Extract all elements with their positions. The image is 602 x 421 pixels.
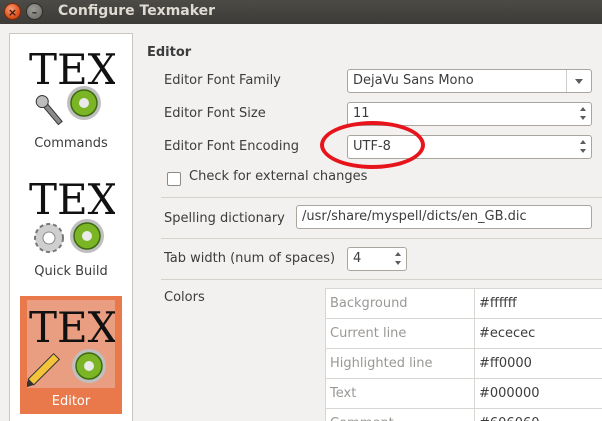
color-value[interactable]: #ffffff	[474, 288, 602, 319]
font-family-combo[interactable]: DejaVu Sans Mono	[347, 69, 592, 93]
table-row[interactable]: Text #000000	[325, 378, 602, 409]
font-size-value: 11	[353, 106, 370, 121]
font-size-label: Editor Font Size	[164, 106, 266, 121]
color-name: Highlighted line	[325, 348, 475, 379]
title-bar: × – Configure Texmaker	[0, 0, 602, 24]
minimize-icon[interactable]: –	[26, 3, 43, 20]
chevron-down-icon[interactable]	[566, 70, 591, 92]
spelling-dictionary-value: /usr/share/myspell/dicts/en_GB.dic	[302, 209, 527, 224]
highlight-annotation	[320, 121, 425, 169]
color-name: Text	[325, 378, 475, 409]
spelling-dictionary-input[interactable]: /usr/share/myspell/dicts/en_GB.dic	[296, 205, 592, 229]
tab-width-spinbox[interactable]: 4	[347, 247, 407, 271]
config-sidebar: TEX Commands TEX Quick Build TEX Editor	[9, 33, 133, 421]
color-name: Background	[325, 288, 475, 319]
table-row[interactable]: Comment #606060	[325, 408, 602, 421]
table-row[interactable]: Current line #ececec	[325, 318, 602, 349]
svg-text:TEX: TEX	[29, 303, 115, 352]
sidebar-label-commands: Commands	[34, 136, 108, 151]
font-family-value: DejaVu Sans Mono	[353, 73, 474, 88]
color-value[interactable]: #000000	[474, 378, 602, 409]
divider	[161, 238, 602, 239]
color-value[interactable]: #ececec	[474, 318, 602, 349]
quick-build-icon: TEX	[29, 175, 115, 253]
tab-width-label: Tab width (num of spaces)	[164, 251, 336, 266]
group-title-editor: Editor	[147, 45, 192, 60]
colors-label: Colors	[164, 290, 205, 305]
editor-icon: TEX	[27, 300, 115, 388]
spin-arrows-icon[interactable]	[394, 250, 404, 268]
editor-settings-panel: Editor Editor Font Family DejaVu Sans Mo…	[147, 33, 602, 421]
divider	[161, 197, 602, 198]
commands-icon: TEX	[29, 45, 115, 126]
spelling-label: Spelling dictionary	[164, 211, 285, 226]
sidebar-item-quick-build[interactable]: TEX Quick Build	[20, 168, 122, 286]
spin-arrows-icon[interactable]	[579, 138, 589, 156]
sidebar-item-commands[interactable]: TEX Commands	[20, 38, 122, 156]
svg-text:TEX: TEX	[29, 175, 115, 224]
sidebar-item-editor[interactable]: TEX Editor	[20, 296, 122, 414]
tab-width-value: 4	[353, 251, 362, 266]
window-title: Configure Texmaker	[58, 3, 216, 19]
color-name: Current line	[325, 318, 475, 349]
external-changes-label: Check for external changes	[189, 169, 368, 184]
external-changes-checkbox[interactable]	[167, 172, 181, 186]
font-encoding-label: Editor Font Encoding	[164, 139, 299, 154]
divider	[161, 279, 602, 280]
sidebar-label-quick-build: Quick Build	[34, 264, 108, 279]
table-row[interactable]: Highlighted line #ff0000	[325, 348, 602, 379]
close-icon[interactable]: ×	[4, 3, 21, 20]
color-value[interactable]: #606060	[474, 408, 602, 421]
sidebar-label-editor: Editor	[51, 394, 91, 409]
table-row[interactable]: Background #ffffff	[325, 288, 602, 319]
colors-table: Background #ffffff Current line #ececec …	[325, 288, 602, 421]
spin-arrows-icon[interactable]	[579, 105, 589, 123]
font-family-label: Editor Font Family	[164, 73, 281, 88]
color-name: Comment	[325, 408, 475, 421]
svg-text:TEX: TEX	[29, 45, 115, 94]
color-value[interactable]: #ff0000	[474, 348, 602, 379]
